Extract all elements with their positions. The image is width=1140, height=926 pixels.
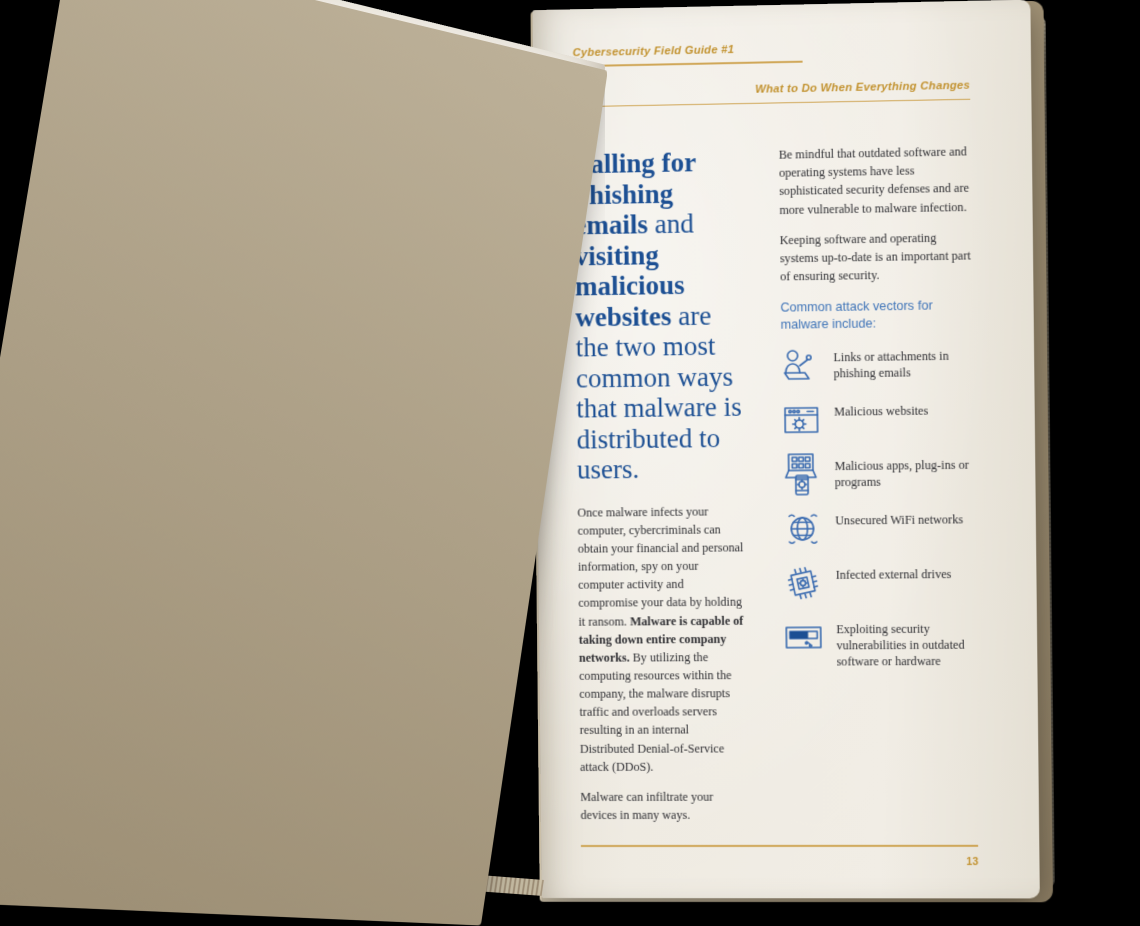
attack-vector-label: Malicious apps, plug-ins or programs [834, 457, 969, 490]
browser-window-bug-icon [781, 400, 822, 441]
attack-vector-label: Malicious websites [833, 403, 929, 419]
attack-vector-label: Unsecured WiFi networks [835, 512, 964, 528]
para-1-a: Once malware infects your computer, cybe… [577, 504, 744, 629]
right-page-headline: Falling for phishing emails and visiting… [574, 147, 744, 486]
running-head-rule-1 [572, 60, 803, 67]
person-at-desk-icon [781, 345, 822, 386]
running-head-guide: Cybersecurity Field Guide #1 [572, 43, 735, 60]
body-paragraph-2: Malware can infiltrate your devices in m… [580, 789, 714, 822]
attack-vector-item: Exploiting security vulnerabilities in o… [784, 616, 977, 670]
sidebar-paragraph-2: Keeping software and operating systems u… [779, 230, 971, 284]
para-1-b: By utilizing the computing resources wit… [579, 649, 732, 774]
sidebar-paragraph-1: Be mindful that outdated software and op… [778, 144, 970, 217]
progress-bar-percent-icon [784, 617, 825, 657]
right-page: Cybersecurity Field Guide #1 What to Do … [532, 0, 1040, 899]
headline-part-3: visiting malicious websites [574, 239, 685, 333]
attack-vector-label: Infected external drives [835, 566, 952, 582]
attack-vector-item: Infected external drives [783, 562, 976, 604]
attack-vector-item: Malicious apps, plug-ins or programs [782, 452, 975, 494]
running-head: Cybersecurity Field Guide #1 What to Do … [572, 39, 971, 108]
chip-bug-icon [783, 563, 824, 604]
globe-wifi-icon [782, 508, 823, 549]
book-mockup-scene: Optiv Malware Malware is malicious softw… [0, 0, 1140, 926]
attack-vector-item: Unsecured WiFi networks [782, 507, 975, 549]
attack-vector-item: Links or attachments in phishing emails [781, 343, 974, 386]
running-head-chapter: What to Do When Everything Changes [755, 79, 971, 96]
open-book: Optiv Malware Malware is malicious softw… [0, 0, 1140, 926]
attack-vectors-title: Common attack vectors for malware includ… [780, 298, 933, 332]
apps-phone-icon [782, 454, 823, 495]
left-text-column: Falling for phishing emails and visiting… [574, 147, 748, 837]
two-column-body: Falling for phishing emails and visiting… [574, 142, 978, 836]
attack-vector-item: Malicious websites [781, 398, 974, 440]
footer-rule-right [580, 845, 979, 848]
attack-vector-label: Exploiting security vulnerabilities in o… [836, 621, 965, 669]
body-paragraph-1: Once malware infects your computer, cybe… [577, 502, 747, 776]
headline-part-2: and [647, 208, 694, 240]
running-head-rule-2 [573, 98, 971, 108]
left-cover-board [0, 0, 608, 926]
page-number-right: 13 [966, 855, 979, 869]
right-text-column: Be mindful that outdated software and op… [779, 142, 978, 836]
attack-vector-label: Links or attachments in phishing emails [833, 348, 949, 381]
